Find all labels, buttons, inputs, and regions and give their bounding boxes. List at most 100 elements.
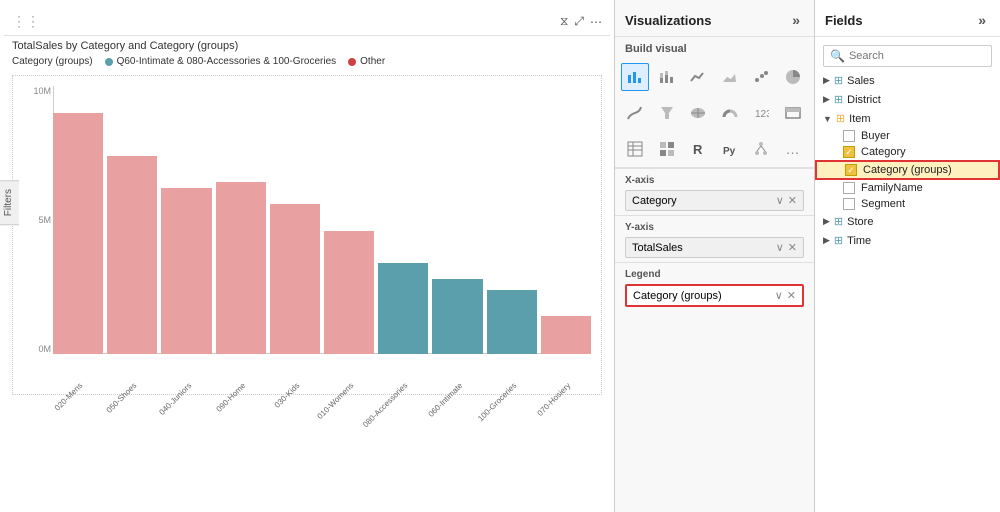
viz-table-icon[interactable]	[621, 135, 649, 163]
bar-group: 070-Hosiery	[541, 86, 591, 354]
viz-python-icon[interactable]: Py	[716, 135, 744, 163]
field-group-store-header[interactable]: ▶ ⊞ Store	[815, 212, 1000, 231]
category-label: Category	[861, 146, 906, 158]
district-label: District	[847, 94, 881, 106]
item-table-icon: ⊞	[836, 112, 845, 125]
svg-text:R: R	[693, 142, 703, 157]
x-axis-label: X-axis	[625, 175, 804, 186]
legend-item-other: Other	[348, 56, 385, 67]
viz-expand-btn[interactable]: »	[788, 10, 804, 30]
more-icon[interactable]: ⋯	[590, 15, 602, 29]
sales-chevron-icon: ▶	[823, 75, 830, 86]
expand-icon[interactable]: ⤢	[574, 14, 584, 29]
viz-area-chart-icon[interactable]	[716, 63, 744, 91]
legend-chevron[interactable]: ∨	[775, 289, 783, 302]
bar-group: 090-Home	[216, 86, 266, 354]
bar[interactable]	[541, 316, 591, 354]
x-axis-remove[interactable]: ✕	[788, 194, 797, 207]
viz-panel-header: Visualizations »	[615, 0, 814, 37]
sales-label: Sales	[847, 75, 875, 87]
time-table-icon: ⊞	[834, 234, 843, 247]
bar[interactable]	[432, 279, 482, 354]
legend-field[interactable]: Category (groups) ∨ ✕	[625, 284, 804, 307]
field-item-category-groups[interactable]: ✓ Category (groups)	[815, 160, 1000, 180]
buyer-checkbox[interactable]	[843, 130, 855, 142]
chart-toolbar: ⋮⋮ ⧖ ⤢ ⋯	[4, 8, 610, 36]
field-group-item-header[interactable]: ▼ ⊞ Item	[815, 109, 1000, 128]
bar[interactable]	[270, 204, 320, 354]
y-axis-value: TotalSales	[632, 242, 683, 254]
viz-stacked-bar-icon[interactable]	[653, 63, 681, 91]
viz-card-icon[interactable]	[779, 99, 807, 127]
time-label: Time	[847, 235, 871, 247]
fields-search-box[interactable]: 🔍	[823, 45, 992, 67]
category-checkbox[interactable]: ✓	[843, 146, 855, 158]
x-axis-chevron[interactable]: ∨	[776, 194, 784, 207]
field-group-sales-header[interactable]: ▶ ⊞ Sales	[815, 71, 1000, 90]
field-group-district-header[interactable]: ▶ ⊞ District	[815, 90, 1000, 109]
x-axis-field[interactable]: Category ∨ ✕	[625, 190, 804, 211]
y-axis-label: Y-axis	[625, 222, 804, 233]
y-label-5m: 5M	[38, 215, 51, 225]
y-axis-remove[interactable]: ✕	[788, 241, 797, 254]
x-axis-label: 060-Intimate	[426, 381, 464, 419]
viz-funnel-icon[interactable]	[653, 99, 681, 127]
x-axis-label: 020-Mens	[53, 381, 85, 413]
bar[interactable]	[324, 231, 374, 354]
buyer-label: Buyer	[861, 130, 890, 142]
viz-more-icon[interactable]: …	[779, 135, 807, 163]
field-item-familyname[interactable]: FamilyName	[815, 180, 1000, 196]
fields-expand-btn[interactable]: »	[974, 10, 990, 30]
bar[interactable]	[161, 188, 211, 354]
y-axis-field[interactable]: TotalSales ∨ ✕	[625, 237, 804, 258]
bar[interactable]	[107, 156, 157, 354]
x-axis-label: 010-Womens	[316, 381, 356, 421]
bar[interactable]	[53, 113, 103, 354]
legend-label: Legend	[625, 269, 804, 280]
viz-scatter-icon[interactable]	[747, 63, 775, 91]
viz-title: Visualizations	[625, 13, 711, 28]
field-item-buyer[interactable]: Buyer	[815, 128, 1000, 144]
field-group-store: ▶ ⊞ Store	[815, 212, 1000, 231]
filters-tab[interactable]: Filters	[0, 180, 19, 225]
field-item-category[interactable]: ✓ Category	[815, 144, 1000, 160]
segment-checkbox[interactable]	[843, 198, 855, 210]
viz-pie-icon[interactable]	[779, 63, 807, 91]
search-icon: 🔍	[830, 49, 845, 63]
field-item-segment[interactable]: Segment	[815, 196, 1000, 212]
bar-group: 020-Mens	[53, 86, 103, 354]
store-label: Store	[847, 216, 873, 228]
viz-ribbon-icon[interactable]	[621, 99, 649, 127]
fields-panel: Fields » 🔍 ▶ ⊞ Sales ▶ ⊞ District ▼ ⊞ It…	[815, 0, 1000, 512]
viz-map-icon[interactable]	[684, 99, 712, 127]
viz-kpi-icon[interactable]: 123	[747, 99, 775, 127]
x-axis-section: X-axis Category ∨ ✕	[615, 168, 814, 215]
store-table-icon: ⊞	[834, 215, 843, 228]
filter-icon[interactable]: ⧖	[560, 14, 568, 29]
viz-gauge-icon[interactable]	[716, 99, 744, 127]
y-axis-chevron[interactable]: ∨	[776, 241, 784, 254]
sales-table-icon: ⊞	[834, 74, 843, 87]
bar-group: 030-Kids	[270, 86, 320, 354]
viz-line-chart-icon[interactable]	[684, 63, 712, 91]
viz-bar-chart-icon[interactable]	[621, 63, 649, 91]
bar-group: 060-Intimate	[432, 86, 482, 354]
bar[interactable]	[487, 290, 537, 354]
familyname-checkbox[interactable]	[843, 182, 855, 194]
viz-matrix-icon[interactable]	[653, 135, 681, 163]
legend-remove[interactable]: ✕	[787, 289, 796, 302]
viz-r-icon[interactable]: R	[684, 135, 712, 163]
chart-legend: Category (groups) Q60-Intimate & 080-Acc…	[4, 54, 610, 71]
bar-group: 010-Womens	[324, 86, 374, 354]
x-axis-label: 030-Kids	[273, 381, 302, 410]
bar[interactable]	[378, 263, 428, 354]
search-input[interactable]	[849, 50, 985, 62]
chart-title: TotalSales by Category and Category (gro…	[4, 36, 610, 54]
field-group-time-header[interactable]: ▶ ⊞ Time	[815, 231, 1000, 250]
category-groups-checkbox[interactable]: ✓	[845, 164, 857, 176]
bar[interactable]	[216, 182, 266, 354]
viz-decomp-icon[interactable]	[747, 135, 775, 163]
legend-item-groups: Category (groups)	[12, 56, 93, 67]
x-axis-label: 090-Home	[214, 381, 247, 414]
legend-section: Legend Category (groups) ∨ ✕	[615, 262, 814, 311]
